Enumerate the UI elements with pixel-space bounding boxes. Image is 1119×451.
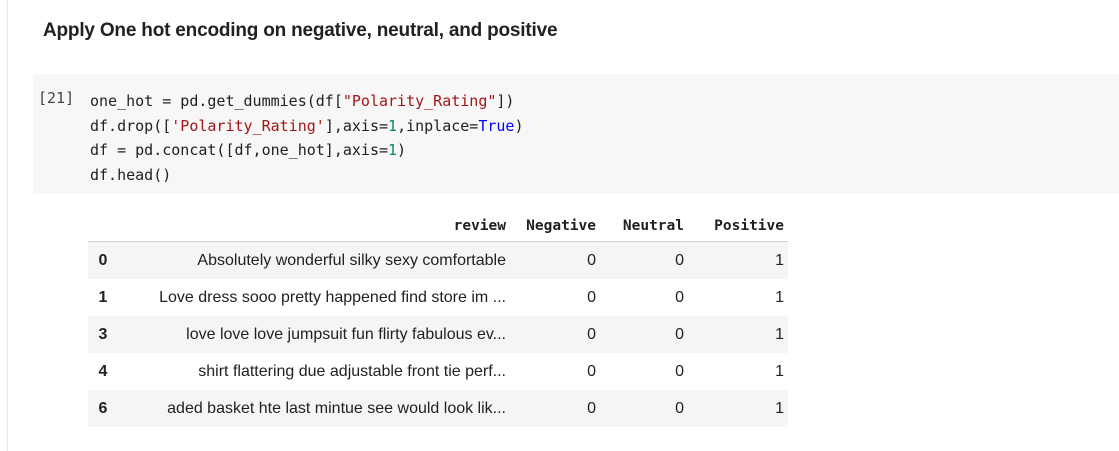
negative-cell: 0 [587, 288, 596, 306]
column-header-review: review [118, 210, 510, 242]
code-editor[interactable]: one_hot = pd.get_dummies(df["Polarity_Ra… [90, 89, 524, 188]
row-index: 4 [98, 362, 108, 380]
negative-cell: 0 [587, 362, 596, 380]
row-index: 6 [98, 399, 108, 417]
code-line-4: df.head() [90, 166, 172, 185]
table-row: 6 aded basket hte last mintue see would … [88, 390, 788, 427]
table-row: 4 shirt flattering due adjustable front … [88, 353, 788, 390]
column-header-negative: Negative [510, 210, 600, 242]
positive-cell: 1 [775, 362, 784, 380]
neutral-cell: 0 [675, 325, 684, 343]
cell-output: review Negative Neutral Positive 0 Absol… [88, 210, 788, 427]
code-line-1: one_hot = pd.get_dummies(df["Polarity_Ra… [90, 92, 515, 110]
table-row: 0 Absolutely wonderful silky sexy comfor… [88, 241, 788, 279]
table-row: 1 Love dress sooo pretty happened find s… [88, 279, 788, 316]
code-line-3: df = pd.concat([df,one_hot],axis=1) [90, 141, 407, 160]
neutral-cell: 0 [675, 251, 684, 269]
neutral-cell: 0 [675, 288, 684, 306]
row-index: 3 [98, 325, 108, 343]
positive-cell: 1 [775, 325, 784, 343]
column-header-positive: Positive [688, 210, 788, 242]
positive-cell: 1 [775, 251, 784, 269]
execution-count: [21] [38, 89, 75, 107]
notebook-left-border [7, 0, 8, 451]
negative-cell: 0 [587, 251, 596, 269]
code-cell[interactable]: [21] one_hot = pd.get_dummies(df["Polari… [33, 74, 1119, 194]
table-header-row: review Negative Neutral Positive [88, 210, 788, 242]
row-index: 0 [98, 251, 108, 269]
neutral-cell: 0 [675, 399, 684, 417]
review-cell: love love love jumpsuit fun flirty fabul… [186, 325, 506, 343]
table-row: 3 love love love jumpsuit fun flirty fab… [88, 316, 788, 353]
positive-cell: 1 [775, 399, 784, 417]
markdown-heading: Apply One hot encoding on negative, neut… [43, 20, 558, 41]
negative-cell: 0 [587, 399, 596, 417]
column-header-index [88, 210, 118, 242]
column-header-neutral: Neutral [600, 210, 688, 242]
negative-cell: 0 [587, 325, 596, 343]
review-cell: shirt flattering due adjustable front ti… [198, 362, 506, 380]
dataframe-table: review Negative Neutral Positive 0 Absol… [88, 210, 788, 427]
review-cell: aded basket hte last mintue see would lo… [167, 399, 506, 417]
row-index: 1 [98, 288, 108, 306]
code-line-2: df.drop(['Polarity_Rating'],axis=1,inpla… [90, 116, 524, 135]
review-cell: Absolutely wonderful silky sexy comforta… [197, 251, 506, 269]
review-cell: Love dress sooo pretty happened find sto… [159, 288, 506, 306]
neutral-cell: 0 [675, 362, 684, 380]
positive-cell: 1 [775, 288, 784, 306]
